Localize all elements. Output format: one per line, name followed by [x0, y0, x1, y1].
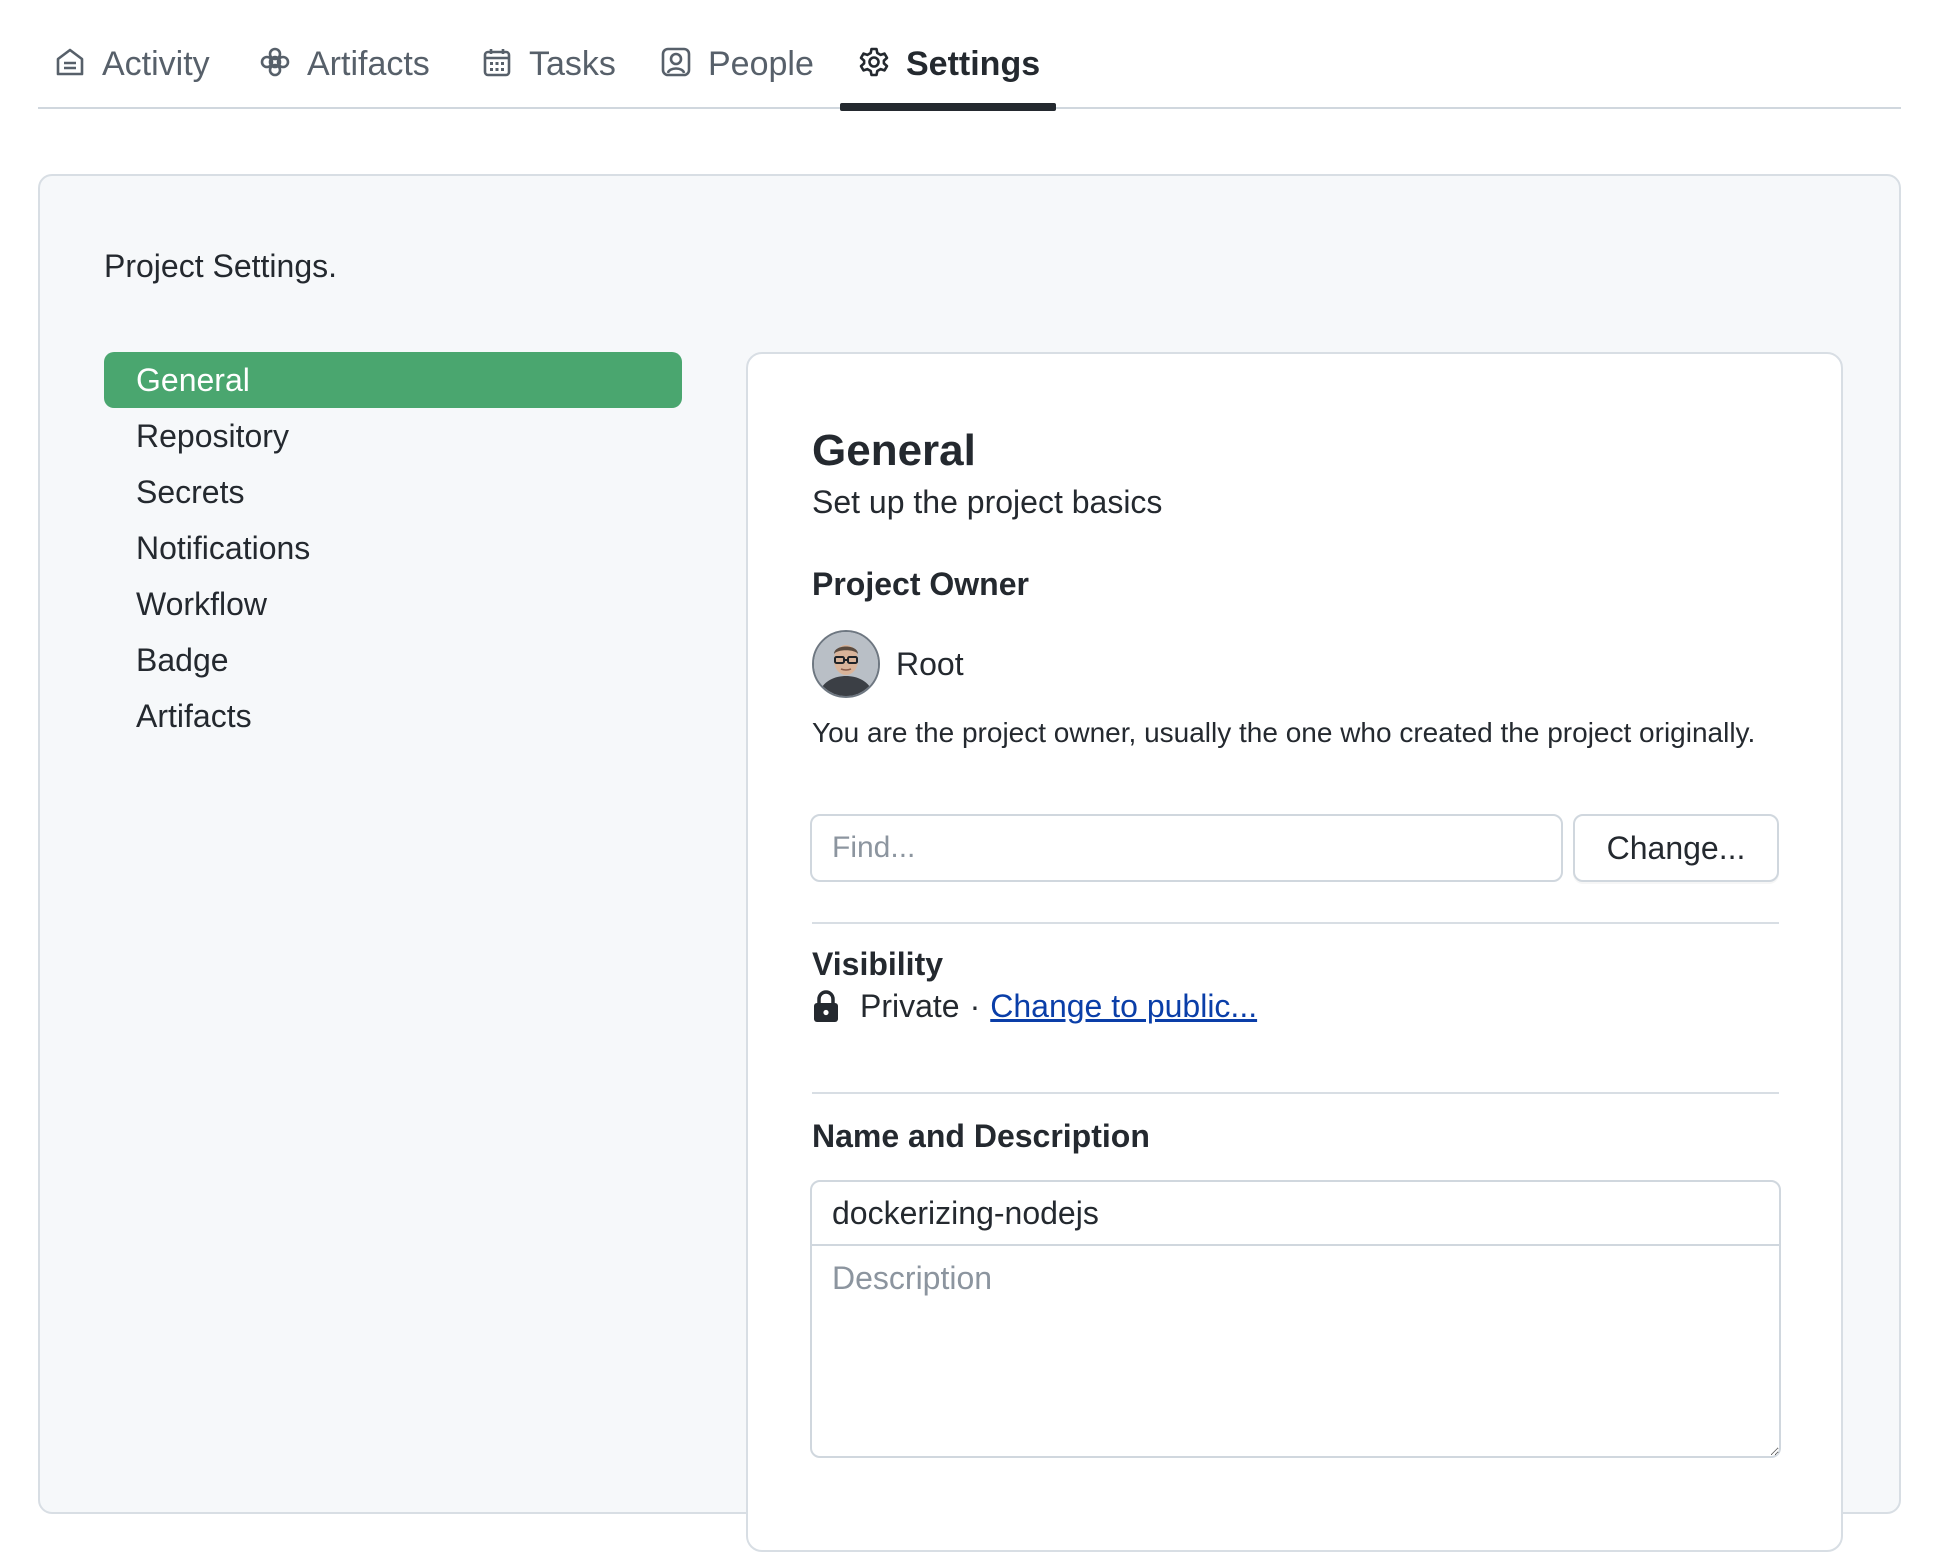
divider [812, 922, 1779, 924]
tab-people[interactable]: People [660, 40, 814, 109]
tab-label: Activity [102, 45, 210, 83]
tab-tasks[interactable]: Tasks [481, 40, 616, 109]
avatar [812, 630, 880, 698]
home-icon [54, 46, 86, 78]
project-description-textarea[interactable] [810, 1244, 1781, 1458]
gear-icon [858, 46, 890, 78]
calendar-icon [481, 46, 513, 78]
sidebar-item-workflow[interactable]: Workflow [104, 576, 682, 632]
sidebar-item-secrets[interactable]: Secrets [104, 464, 682, 520]
name-description-heading: Name and Description [812, 1118, 1150, 1154]
project-name-input[interactable] [810, 1180, 1781, 1246]
owner-name: Root [896, 645, 964, 682]
find-owner-input[interactable] [810, 814, 1563, 882]
lock-icon [812, 989, 840, 1023]
sidebar-item-repository[interactable]: Repository [104, 408, 682, 464]
owner-description: You are the project owner, usually the o… [812, 717, 1756, 748]
sidebar-item-general[interactable]: General [104, 352, 682, 408]
project-settings-panel: Project Settings. General Repository Sec… [38, 174, 1901, 1552]
artifact-icon [259, 46, 291, 78]
general-settings-card: General Set up the project basics Projec… [746, 352, 1843, 1552]
change-to-public-link[interactable]: Change to public... [990, 988, 1257, 1025]
tab-artifacts[interactable]: Artifacts [259, 40, 430, 109]
section-title: General [812, 426, 976, 475]
settings-sidebar: General Repository Secrets Notifications… [104, 352, 682, 744]
tab-activity[interactable]: Activity [54, 40, 210, 109]
sidebar-item-notifications[interactable]: Notifications [104, 520, 682, 576]
project-owner-heading: Project Owner [812, 566, 1029, 602]
owner-row: Root [812, 630, 964, 698]
change-owner-button[interactable]: Change... [1573, 814, 1779, 882]
tab-label: Settings [906, 45, 1041, 83]
sidebar-item-artifacts[interactable]: Artifacts [104, 688, 682, 744]
tab-label: People [708, 45, 814, 83]
tab-label: Artifacts [307, 45, 430, 83]
section-subtitle: Set up the project basics [812, 484, 1163, 520]
person-icon [660, 46, 692, 78]
top-tab-bar: Activity Artifacts Tasks People Settings [38, 0, 1901, 111]
sidebar-item-badge[interactable]: Badge [104, 632, 682, 688]
tab-label: Tasks [529, 45, 616, 83]
panel-title: Project Settings. [104, 248, 337, 284]
tab-settings[interactable]: Settings [839, 40, 1057, 111]
visibility-heading: Visibility [812, 946, 944, 982]
divider [812, 1092, 1779, 1094]
visibility-row: Private · Change to public... [812, 982, 1257, 1030]
separator-dot: · [969, 987, 981, 1024]
visibility-status: Private [860, 987, 960, 1024]
